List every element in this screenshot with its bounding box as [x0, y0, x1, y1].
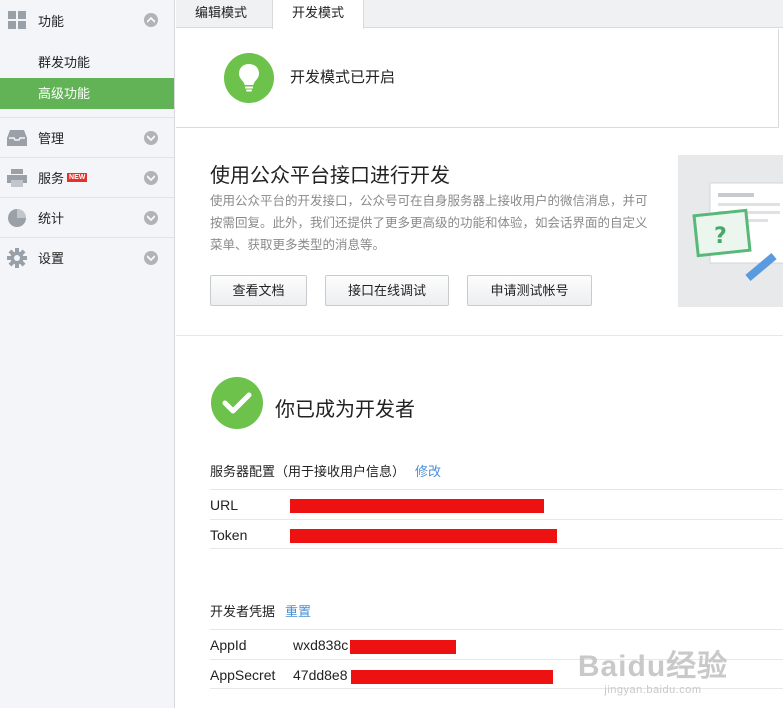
features-submenu: 群发功能 高级功能	[0, 40, 174, 117]
watermark-url: jingyan.baidu.com	[604, 684, 702, 696]
url-row: URL	[210, 489, 783, 519]
nav-label: 服务	[38, 171, 65, 186]
credentials-heading: 开发者凭据 重置	[210, 601, 311, 620]
new-badge: NEW	[67, 173, 88, 182]
redaction-bar	[350, 640, 456, 654]
baidu-watermark: Baidu经验 jingyan.baidu.com	[563, 650, 743, 696]
dev-mode-status-text: 开发模式已开启	[290, 69, 396, 86]
appid-value: wxd838c	[293, 637, 349, 653]
sidebar-item-advanced[interactable]: 高级功能	[0, 78, 174, 109]
document-illustration: ?	[678, 155, 783, 307]
developer-status-text: 你已成为开发者	[275, 399, 415, 421]
nav-label: 功能	[38, 13, 65, 29]
printer-icon	[6, 167, 28, 189]
sidebar: 功能 群发功能 高级功能 管理 服务 NEW 统计 设置	[0, 0, 175, 708]
appsecret-label: AppSecret	[210, 667, 276, 683]
reset-link[interactable]: 重置	[285, 604, 311, 619]
dev-intro-section: 使用公众平台接口进行开发 使用公众平台的开发接口，公众号可在自身服务器上接收用户…	[176, 129, 783, 336]
chevron-up-icon[interactable]	[144, 13, 158, 27]
chevron-down-icon[interactable]	[144, 171, 158, 185]
server-config-heading: 服务器配置（用于接收用户信息） 修改	[210, 461, 441, 480]
checkmark-icon	[211, 377, 263, 429]
nav-label: 管理	[38, 131, 65, 146]
dev-mode-status: 开发模式已开启	[176, 29, 779, 128]
chevron-down-icon[interactable]	[144, 211, 158, 225]
inbox-icon	[6, 127, 28, 149]
watermark-logo: Baidu经验	[577, 650, 729, 683]
gear-icon	[6, 247, 28, 269]
redaction-bar	[351, 670, 553, 684]
dev-intro-title: 使用公众平台接口进行开发	[210, 165, 450, 187]
appsecret-value: 47dd8e8	[293, 667, 348, 683]
appid-label: AppId	[210, 637, 247, 653]
view-docs-button[interactable]: 查看文档	[210, 275, 307, 306]
chevron-down-icon[interactable]	[144, 251, 158, 265]
dev-intro-description: 使用公众平台的开发接口，公众号可在自身服务器上接收用户的微信消息，并可按需回复。…	[210, 194, 648, 252]
main-content: 开发模式已开启 使用公众平台接口进行开发 使用公众平台的开发接口，公众号可在自身…	[176, 29, 783, 708]
token-label: Token	[210, 527, 248, 543]
pie-chart-icon	[6, 207, 28, 229]
nav-section-settings[interactable]: 设置	[0, 237, 174, 277]
online-debug-button[interactable]: 接口在线调试	[325, 275, 449, 306]
svg-text:?: ?	[714, 224, 727, 249]
tab-dev-mode[interactable]: 开发模式	[272, 0, 365, 29]
nav-section-stats[interactable]: 统计	[0, 197, 174, 237]
chevron-down-icon[interactable]	[144, 131, 158, 145]
nav-label: 统计	[38, 211, 65, 226]
sidebar-item-mass-send[interactable]: 群发功能	[0, 47, 174, 78]
mode-tabs: 编辑模式 开发模式	[176, 0, 783, 29]
grid-icon	[6, 9, 28, 31]
apply-test-account-button[interactable]: 申请测试帐号	[467, 275, 592, 306]
server-config-label: 服务器配置（用于接收用户信息）	[210, 464, 406, 479]
nav-section-manage[interactable]: 管理	[0, 117, 174, 157]
nav-label: 设置	[38, 251, 65, 266]
url-label: URL	[210, 497, 239, 513]
redaction-bar	[290, 529, 557, 543]
lightbulb-icon	[224, 53, 274, 103]
token-row: Token	[210, 519, 783, 549]
tab-edit-mode[interactable]: 编辑模式	[176, 0, 266, 28]
redaction-bar	[290, 499, 544, 513]
edit-link[interactable]: 修改	[415, 464, 441, 479]
nav-section-features[interactable]: 功能	[0, 0, 174, 40]
credentials-label: 开发者凭据	[210, 604, 276, 619]
nav-section-services[interactable]: 服务 NEW	[0, 157, 174, 197]
